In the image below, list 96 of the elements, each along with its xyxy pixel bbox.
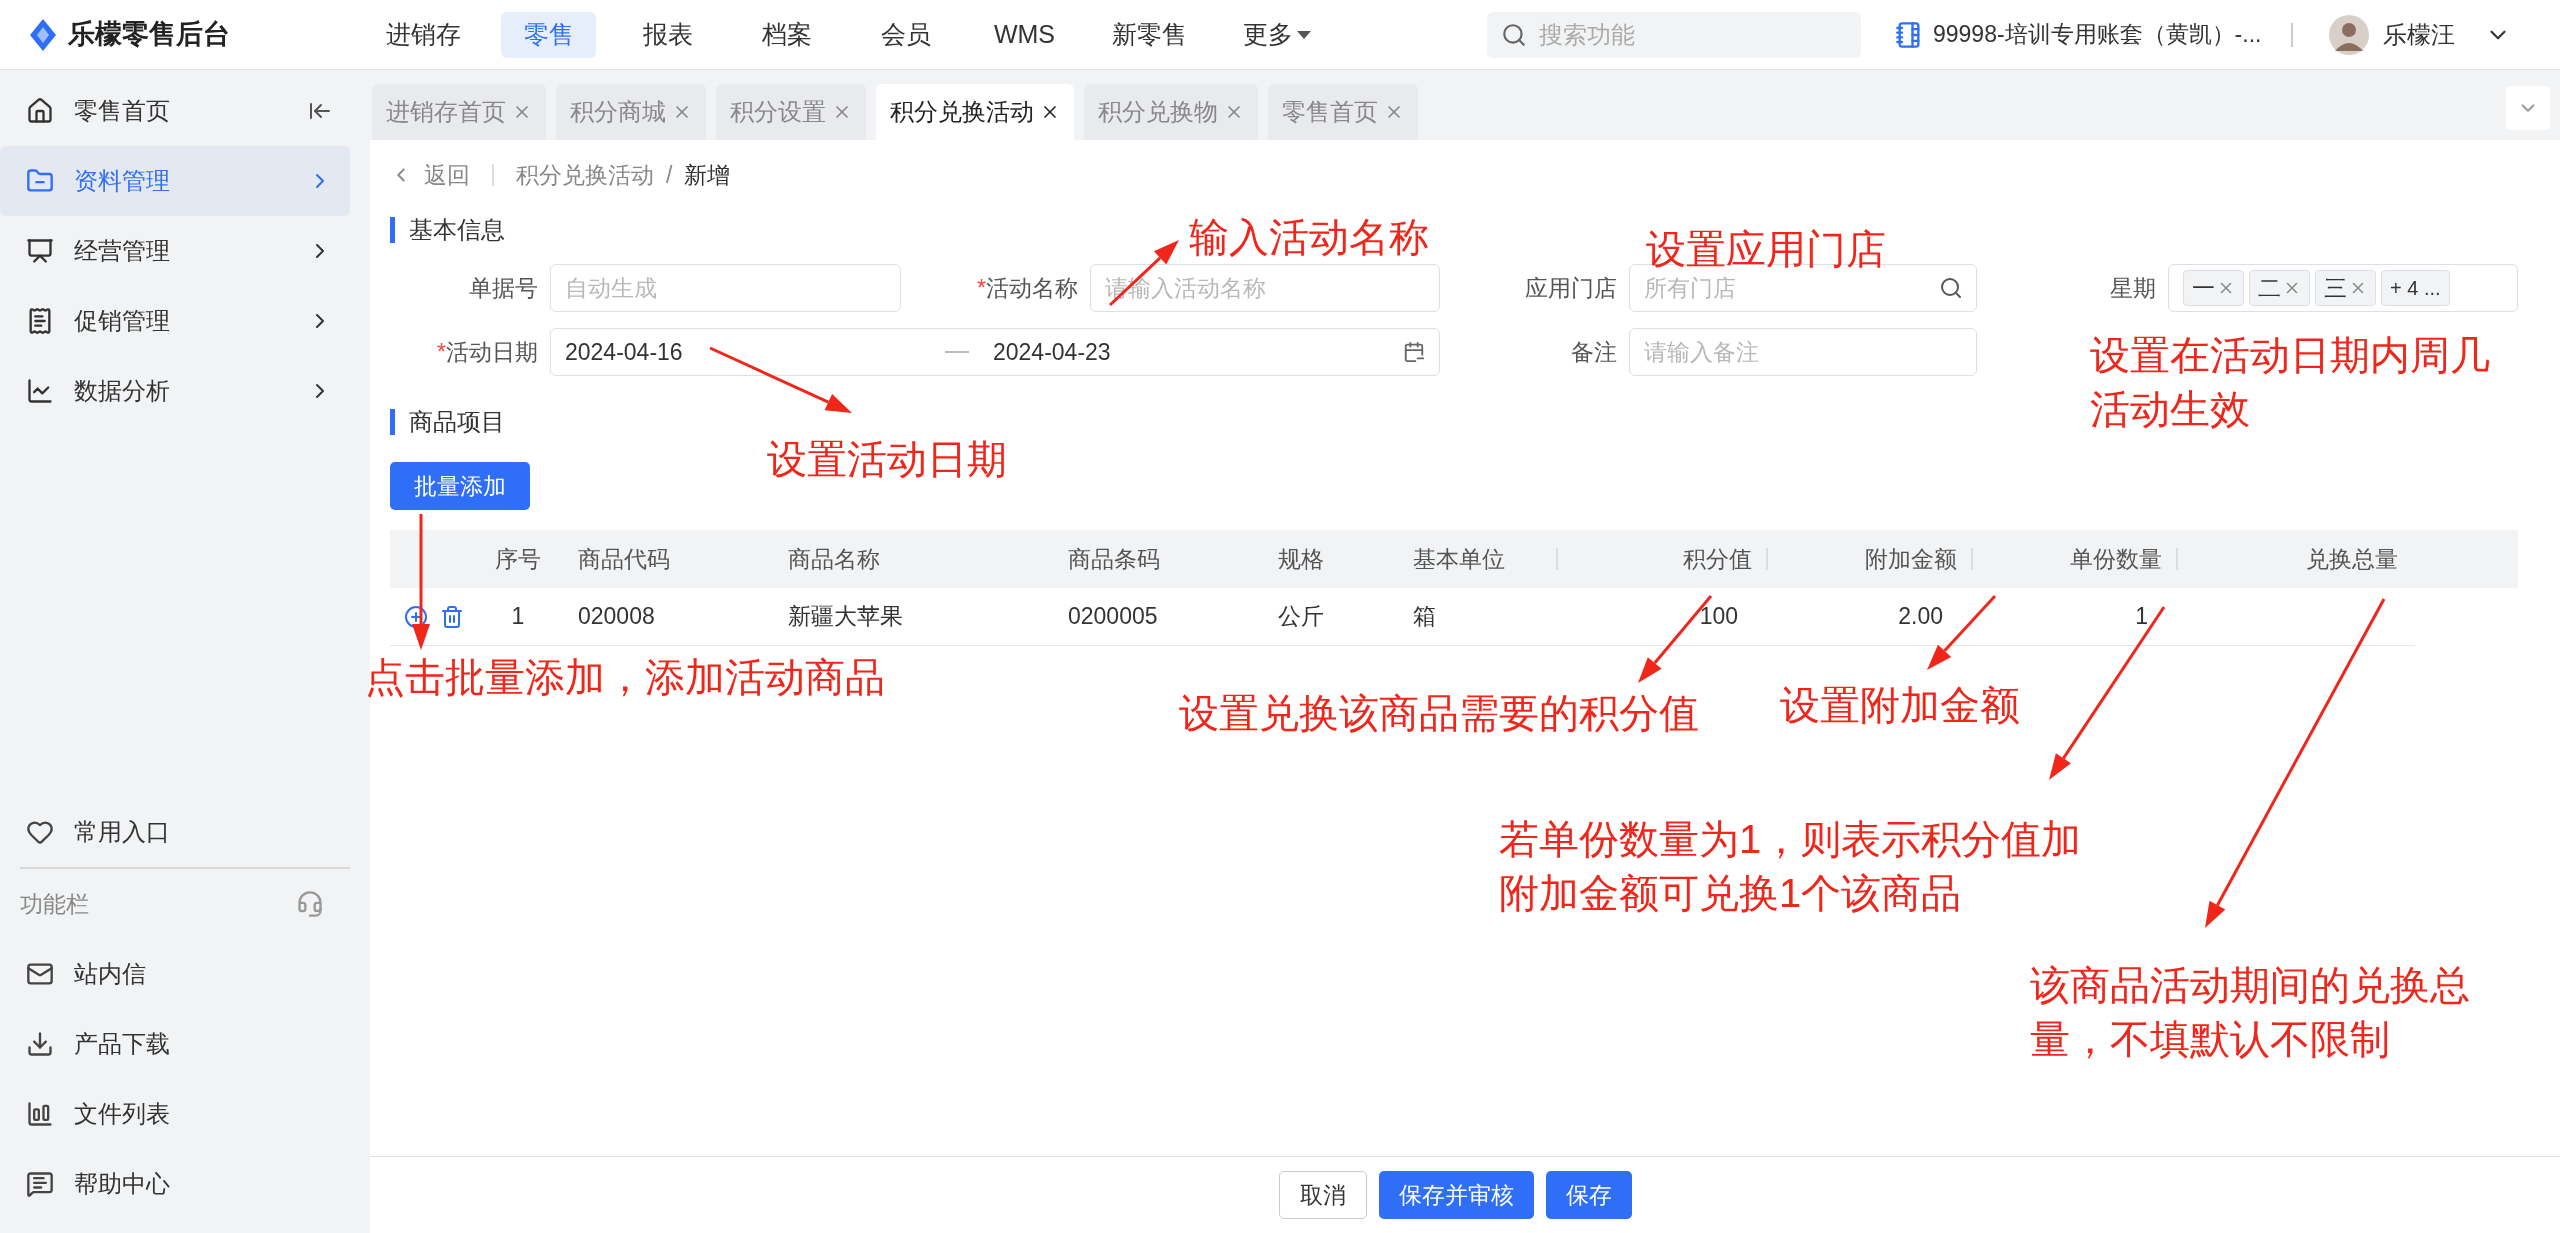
field-label: *活动名称 — [977, 273, 1078, 303]
table-cell-text: 0200005 — [1068, 602, 1158, 632]
table-cell-text: 1 — [2135, 602, 2148, 632]
tool-icon — [26, 1170, 54, 1198]
app-title: 乐檬零售后台 — [68, 18, 230, 52]
heart-icon — [26, 818, 54, 846]
logo-icon — [28, 17, 58, 52]
menu-icon — [26, 307, 54, 335]
menu-icon — [26, 377, 54, 405]
weekday-select[interactable]: 一 二 三 + 4 ... — [2168, 264, 2518, 312]
annotation-text: 若单份数量为1，则表示积分值加 附加金额可兑换1个该商品 — [1499, 816, 2082, 917]
delete-icon[interactable] — [440, 604, 464, 629]
footer-button[interactable]: 保存 — [1545, 1171, 1632, 1219]
back-link[interactable]: 返回 — [424, 157, 470, 193]
weekday-tag[interactable]: 一 — [2183, 270, 2244, 306]
nav-tab[interactable]: 档案 — [739, 11, 834, 58]
more-tag[interactable]: + 4 ... — [2381, 270, 2450, 306]
menu-icon — [26, 237, 54, 265]
column-header: 附加金额 — [1865, 544, 1957, 574]
field-label: 备注 — [1571, 337, 1617, 367]
nav-tab[interactable]: 报表 — [620, 11, 715, 58]
date-range-field[interactable]: 2024-04-16 2024-04-23 — [550, 328, 1440, 376]
section-title: 基本信息 — [409, 215, 505, 245]
nav-tab[interactable]: 零售 — [501, 11, 596, 58]
field-label: 应用门店 — [1525, 273, 1617, 303]
table-cell-text: 020008 — [578, 602, 655, 632]
field-label: 星期 — [2110, 273, 2156, 303]
avatar[interactable] — [2329, 14, 2370, 55]
table-cell-text: 箱 — [1413, 602, 1436, 632]
annotation-text: 该商品活动期间的兑换总 量，不填默认不限制 — [2030, 962, 2470, 1063]
section-title: 商品项目 — [409, 407, 505, 437]
sidebar-item[interactable]: 帮助中心 — [0, 1149, 370, 1219]
table-cell-text: 2.00 — [1898, 602, 1943, 632]
table-cell-text: 新疆大苹果 — [788, 602, 903, 632]
breadcrumb-separator: / — [666, 160, 673, 190]
batch-add-button[interactable]: 批量添加 — [390, 462, 530, 510]
page-tab[interactable]: 积分兑换活动 — [876, 84, 1074, 140]
column-header: 单份数量 — [2070, 544, 2162, 574]
sidebar-item[interactable]: 数据分析 — [0, 356, 350, 426]
column-header: 兑换总量 — [2306, 544, 2398, 574]
add-row-icon[interactable] — [404, 604, 428, 629]
sidebar-item[interactable]: 资料管理 — [0, 146, 350, 216]
annotation-text: 设置在活动日期内周几 活动生效 — [2090, 332, 2490, 433]
tool-icon — [26, 1030, 54, 1058]
section-title: 功能栏 — [20, 889, 89, 919]
nav-tab[interactable]: WMS — [977, 11, 1072, 58]
headset-icon[interactable] — [296, 890, 324, 918]
sidebar-item[interactable]: 促销管理 — [0, 286, 350, 356]
field-label: *活动日期 — [437, 337, 538, 367]
column-header: 基本单位 — [1413, 544, 1505, 574]
menu-icon — [26, 97, 54, 125]
section-marker — [390, 217, 395, 243]
nav-tab[interactable]: 进销存 — [370, 11, 477, 58]
nav-tab[interactable]: 新零售 — [1096, 11, 1203, 58]
sidebar-item[interactable]: 经营管理 — [0, 216, 350, 286]
nav-tab[interactable]: 会员 — [858, 11, 953, 58]
table-cell-text: 公斤 — [1278, 602, 1324, 632]
column-header: 积分值 — [1683, 544, 1752, 574]
annotation-text: 设置兑换该商品需要的积分值 — [1179, 690, 1699, 737]
field-label: 单据号 — [469, 273, 538, 303]
annotation-text: 设置活动日期 — [767, 436, 1007, 483]
calendar-icon[interactable] — [1403, 341, 1425, 363]
nav-tab[interactable]: 更多 — [1227, 11, 1327, 58]
weekday-tag[interactable]: 二 — [2249, 270, 2310, 306]
book-icon — [1895, 20, 1923, 49]
footer-button[interactable]: 保存并审核 — [1378, 1171, 1534, 1219]
tool-icon — [26, 1100, 54, 1128]
breadcrumb-item: 新增 — [684, 160, 731, 190]
column-header: 商品代码 — [578, 544, 670, 574]
section-marker — [390, 409, 395, 435]
annotation-text: 输入活动名称 — [1189, 214, 1429, 261]
breadcrumb-item[interactable]: 积分兑换活动 — [516, 157, 654, 193]
sidebar-item[interactable]: 站内信 — [0, 939, 370, 1009]
input-field[interactable]: 自动生成 — [550, 264, 901, 312]
weekday-tag[interactable]: 三 — [2315, 270, 2376, 306]
search-icon — [1939, 276, 1963, 300]
column-header: 商品名称 — [788, 544, 880, 574]
column-header: 商品条码 — [1068, 544, 1160, 574]
input-field[interactable]: 请输入备注 — [1629, 328, 1977, 376]
user-name[interactable]: 乐檬汪 — [2383, 16, 2456, 53]
caret-icon — [1297, 30, 1311, 39]
sidebar-item[interactable]: 常用入口 — [0, 797, 370, 867]
table-cell-text: 100 — [1699, 602, 1738, 632]
annotation-text: 设置附加金额 — [1780, 682, 2020, 729]
search-icon — [1501, 21, 1527, 48]
footer-button[interactable]: 取消 — [1278, 1171, 1367, 1219]
sidebar-item[interactable]: 文件列表 — [0, 1079, 370, 1149]
sidebar-item[interactable]: 零售首页 — [0, 76, 350, 146]
annotation-text: 点击批量添加，添加活动商品 — [365, 654, 885, 701]
table-cell-text: 1 — [511, 602, 525, 632]
account-name[interactable]: 99998-培训专用账套（黄凯）-... — [1933, 17, 2262, 52]
search-field[interactable]: 搜索功能 — [1487, 11, 1861, 58]
column-header: 规格 — [1278, 544, 1324, 574]
column-header: 序号 — [495, 544, 541, 574]
menu-icon — [26, 167, 54, 195]
sidebar-item[interactable]: 产品下载 — [0, 1009, 370, 1079]
